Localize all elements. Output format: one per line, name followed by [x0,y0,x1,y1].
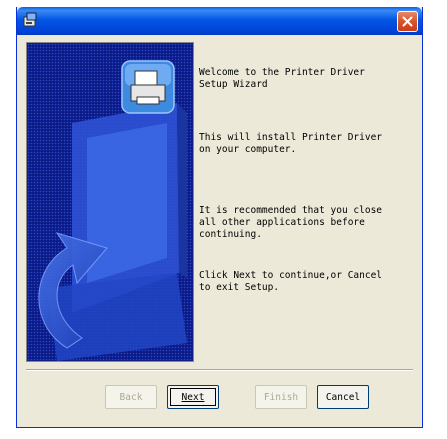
close-apps-recommendation: It is recommended that you close all oth… [199,205,383,240]
welcome-heading: Welcome to the Printer Driver Setup Wiza… [199,67,365,90]
finish-button-label: Finish [263,391,299,403]
back-button[interactable]: Back [105,385,157,409]
wizard-banner-image [26,42,194,362]
title-bar[interactable] [17,7,422,35]
setup-wizard-window: Welcome to the Printer Driver Setup Wiza… [16,7,423,428]
cancel-button[interactable]: Cancel [317,385,369,409]
next-button[interactable]: Next [167,385,219,409]
next-button-label: Next [181,391,205,403]
printer-banner-icon [121,60,175,114]
next-cancel-instructions: Click Next to continue,or Cancel to exit… [199,270,383,293]
finish-button[interactable]: Finish [255,385,307,409]
setup-app-icon [23,12,39,28]
back-button-label: Back [119,391,143,403]
cancel-button-label: Cancel [325,391,361,403]
close-button[interactable] [397,11,418,32]
install-description: This will install Printer Driver on your… [199,132,383,155]
close-icon [402,16,413,27]
button-separator [26,369,413,371]
